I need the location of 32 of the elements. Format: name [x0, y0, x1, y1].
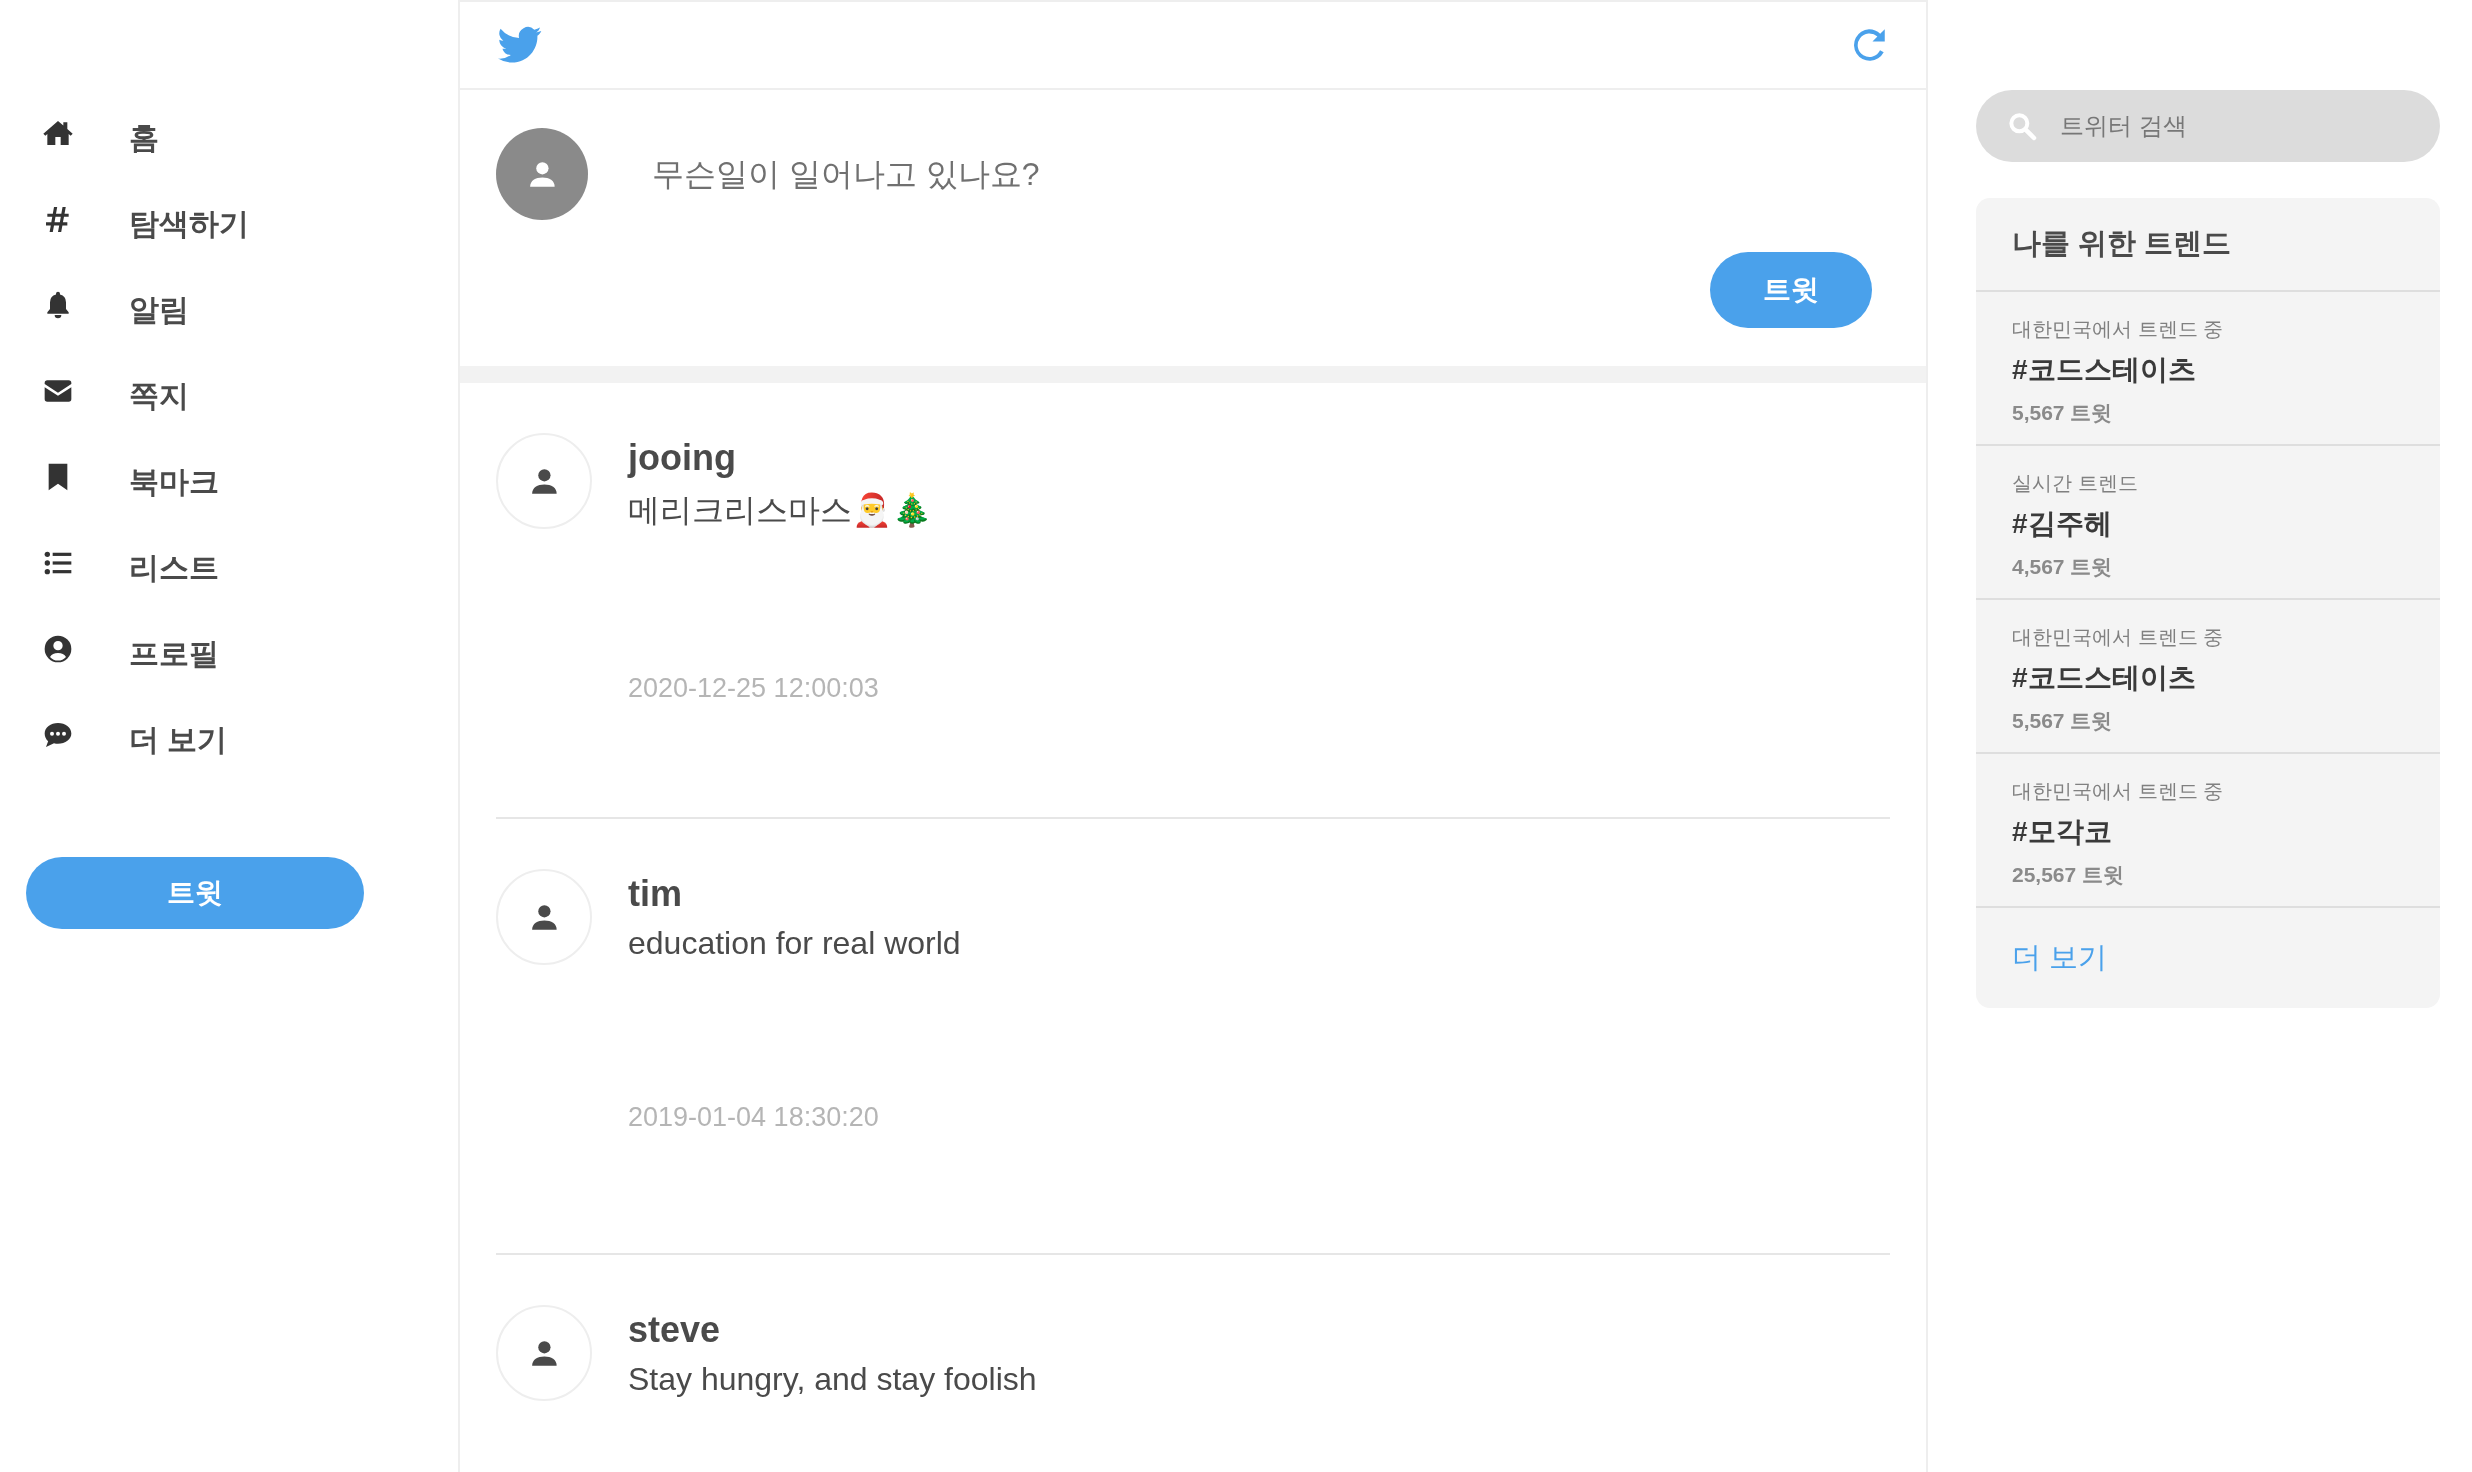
nav-item[interactable]: 프로필: [26, 611, 326, 697]
username[interactable]: tim: [628, 873, 961, 915]
profile-icon: [42, 633, 74, 665]
nav-item[interactable]: 알림: [26, 267, 326, 353]
trend-hashtag[interactable]: #코드스테이츠: [2012, 659, 2404, 697]
trend-hashtag[interactable]: #코드스테이츠: [2012, 351, 2404, 389]
trend-context: 실시간 트렌드: [2012, 471, 2139, 496]
tweet-text: Stay hungry, and stay foolish: [628, 1361, 1037, 1398]
nav-item[interactable]: 쪽지: [26, 353, 326, 439]
tweet-count: 4,567 트윗: [2012, 554, 2114, 580]
nav-item[interactable]: 북마크: [26, 439, 326, 525]
search-field[interactable]: 트위터 검색: [1976, 90, 2440, 162]
username[interactable]: jooing: [628, 437, 932, 479]
trend-context: 대한민국에서 트렌드 중: [2012, 779, 2225, 804]
trend-context: 대한민국에서 트렌드 중: [2012, 625, 2225, 650]
tweet-text: education for real world: [628, 925, 961, 962]
tweet-text: 메리크리스마스🎅🎄: [628, 491, 932, 530]
tweet-count: 25,567 트윗: [2012, 862, 2126, 888]
nav-item[interactable]: 홈: [26, 95, 326, 181]
bird-icon[interactable]: [498, 26, 542, 64]
username[interactable]: steve: [628, 1309, 1037, 1351]
trend-context: 대한민국에서 트렌드 중: [2012, 317, 2225, 342]
panel-title: 나를 위한 트렌드: [1976, 198, 2440, 292]
nav-item[interactable]: 탐색하기: [26, 181, 326, 267]
trend-hashtag[interactable]: #김주헤: [2012, 505, 2404, 543]
nav-item[interactable]: 리스트: [26, 525, 326, 611]
trend-hashtag[interactable]: #모각코: [2012, 813, 2404, 851]
tweet-count: 5,567 트윗: [2012, 708, 2114, 734]
tweet-date: 2019-01-04 18:30:20: [628, 1102, 880, 1133]
nav-item[interactable]: 더 보기: [26, 697, 326, 783]
tweet-date: 2020-12-25 12:00:03: [628, 673, 880, 704]
tweet-count: 5,567 트윗: [2012, 400, 2114, 426]
